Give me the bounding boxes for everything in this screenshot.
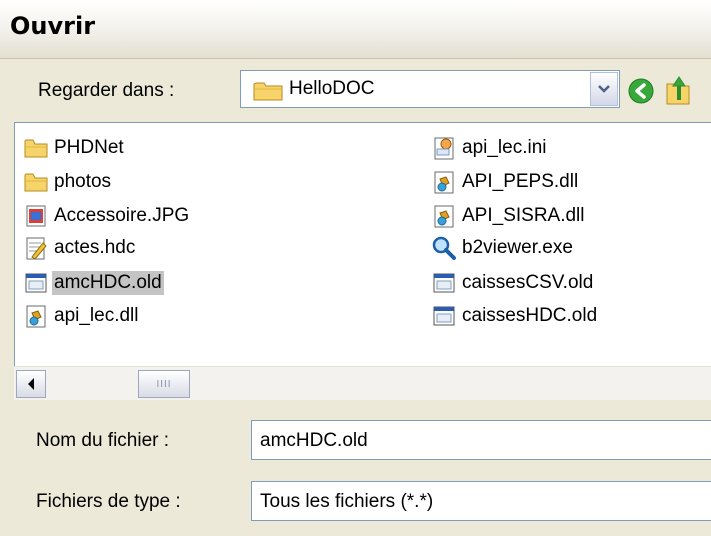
chevron-left-icon (28, 378, 34, 390)
file-name: api_lec.dll (54, 305, 139, 326)
file-list[interactable]: PHDNet photos Accessoire.JPG actes.hdc amcHD… (14, 122, 711, 400)
file-name: API_SISRA.dll (462, 205, 585, 226)
file-list-item[interactable]: api_lec.dll (23, 301, 141, 331)
file-list-item[interactable]: amcHDC.old (23, 268, 164, 298)
title-bar: Ouvrir (0, 0, 711, 59)
file-list-item[interactable]: API_SISRA.dll (431, 201, 587, 231)
file-name: Accessoire.JPG (54, 205, 190, 226)
file-name: b2viewer.exe (462, 237, 573, 258)
look-in-value: HelloDOC (289, 78, 375, 99)
folder-icon (23, 169, 49, 195)
dll-file-icon (431, 169, 457, 195)
filetype-label: Fichiers de type : (36, 491, 181, 512)
file-name: photos (54, 171, 112, 192)
window-file-icon (431, 270, 457, 296)
file-list-item[interactable]: Accessoire.JPG (23, 201, 191, 231)
filename-label: Nom du fichier : (36, 430, 170, 451)
scroll-left-button[interactable] (16, 370, 46, 398)
look-in-label: Regarder dans : (38, 80, 175, 101)
magnifier-exe-icon (431, 235, 457, 261)
file-list-item[interactable]: caissesCSV.old (431, 268, 595, 298)
folder-icon (253, 82, 283, 101)
file-list-item[interactable]: PHDNet (23, 133, 126, 163)
document-file-icon (23, 235, 49, 261)
file-name: PHDNet (54, 137, 124, 158)
file-list-item[interactable]: photos (23, 167, 113, 197)
file-name: caissesHDC.old (462, 305, 598, 326)
chevron-down-icon (598, 85, 610, 93)
folder-icon (23, 135, 49, 161)
scroll-thumb[interactable]: IIII (138, 370, 190, 398)
file-name: api_lec.ini (462, 137, 547, 158)
settings-file-icon (431, 135, 457, 161)
file-list-item[interactable]: API_PEPS.dll (431, 167, 580, 197)
up-folder-icon[interactable] (664, 74, 694, 106)
filetype-select[interactable]: Tous les fichiers (*.*) (251, 481, 711, 521)
file-name: caissesCSV.old (462, 272, 594, 293)
file-list-item[interactable]: b2viewer.exe (431, 233, 575, 263)
dialog-title: Ouvrir (10, 12, 96, 40)
filetype-value: Tous les fichiers (*.*) (260, 491, 434, 512)
window-file-icon (431, 303, 457, 329)
back-arrow-icon[interactable] (628, 78, 654, 104)
dll-file-icon (431, 203, 457, 229)
file-list-item[interactable]: actes.hdc (23, 233, 137, 263)
file-list-item[interactable]: caissesHDC.old (431, 301, 599, 331)
file-name: amcHDC.old (52, 271, 164, 295)
dropdown-button[interactable] (590, 72, 618, 106)
horizontal-scrollbar[interactable]: IIII (14, 366, 711, 400)
file-list-item[interactable]: api_lec.ini (431, 133, 549, 163)
filename-input[interactable]: amcHDC.old (251, 420, 711, 460)
image-file-icon (23, 203, 49, 229)
scroll-thumb-grip: IIII (156, 378, 172, 390)
dll-file-icon (23, 303, 49, 329)
look-in-dropdown[interactable]: HelloDOC (240, 70, 620, 108)
file-name: actes.hdc (54, 237, 136, 258)
filename-value: amcHDC.old (260, 430, 368, 451)
window-file-icon (23, 270, 49, 296)
file-name: API_PEPS.dll (462, 171, 579, 192)
